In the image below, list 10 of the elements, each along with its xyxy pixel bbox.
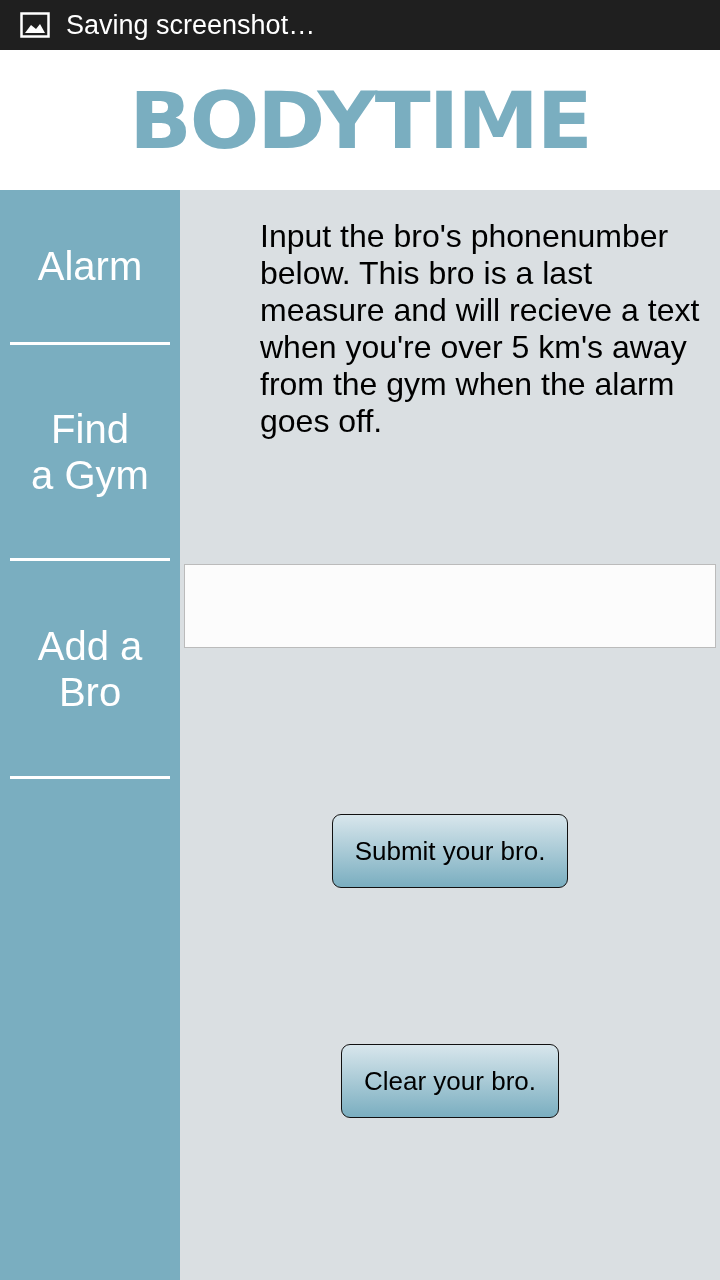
picture-icon xyxy=(20,12,50,38)
nav-item[interactable]: Add a Bro xyxy=(37,622,143,715)
nav-item[interactable]: Alarm xyxy=(37,243,143,289)
submit-button[interactable]: Submit your bro. xyxy=(331,814,569,888)
instructions-text: Input the bro's phonenumber below. This bro is a last measure and will recieve a text when you're over 5 km's away from the gym when the alarm goes off. xyxy=(260,218,700,440)
nav-item[interactable]: Find a Gym xyxy=(31,405,149,498)
status-text: Saving screenshot… xyxy=(66,9,316,41)
logo: BODYTIME xyxy=(129,74,591,166)
phone-number-field[interactable] xyxy=(184,564,716,648)
clear-button[interactable]: Clear your bro. xyxy=(341,1044,559,1118)
